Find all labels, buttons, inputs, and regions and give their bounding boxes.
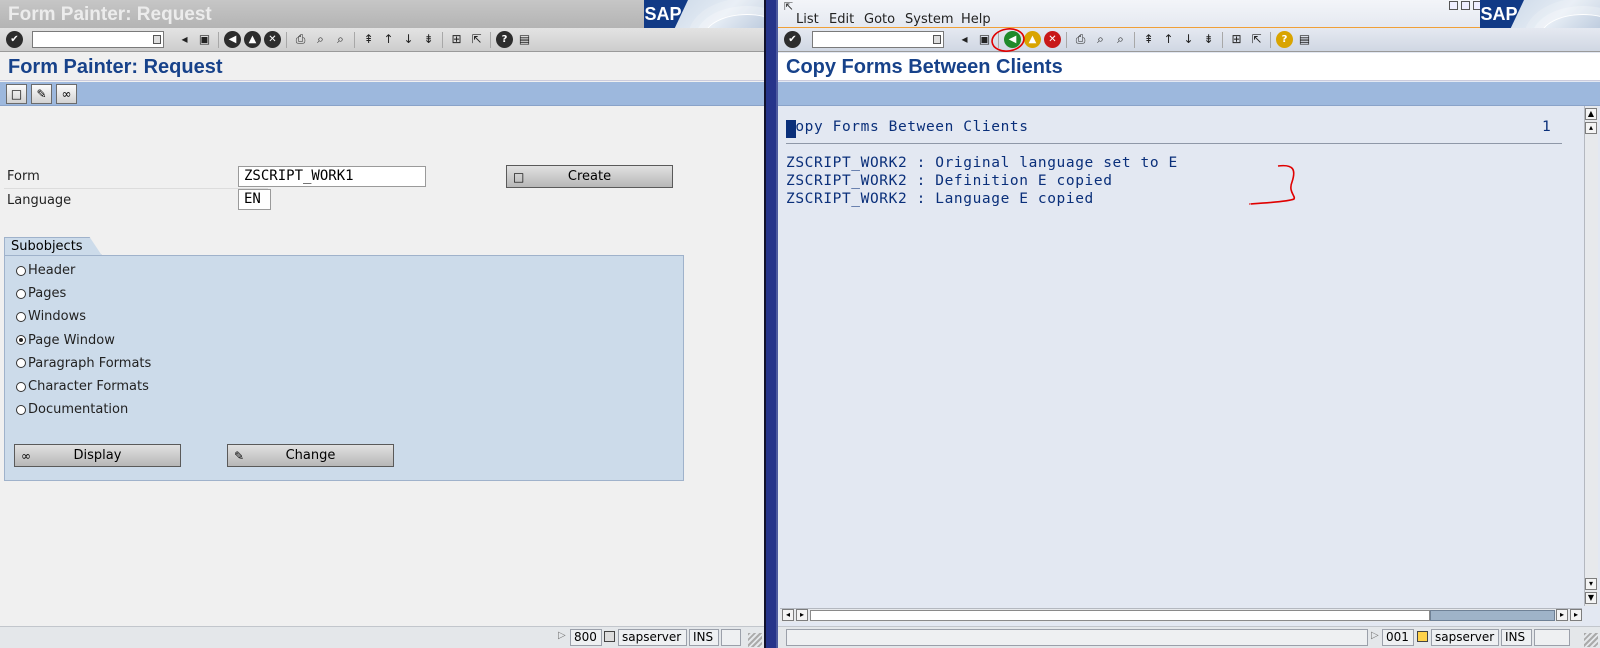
command-field[interactable]	[32, 31, 164, 48]
new-session-icon[interactable]: ⊞	[448, 31, 465, 48]
form-name-input[interactable]: ZSCRIPT_WORK1	[238, 166, 426, 187]
radio-label: Windows	[28, 309, 87, 325]
shortcut-icon[interactable]: ⇱	[468, 31, 485, 48]
resize-grip-icon[interactable]	[748, 633, 762, 647]
status-info-icon[interactable]	[604, 631, 615, 642]
save-icon[interactable]: ▣	[196, 31, 213, 48]
display-glasses-icon: ∞	[21, 449, 31, 463]
toolbar-separator	[218, 31, 219, 48]
application-toolbar: □ ✎ ∞	[0, 82, 764, 106]
radio-button[interactable]	[16, 381, 26, 392]
language-input[interactable]: EN	[238, 189, 271, 210]
last-page-icon[interactable]: ⇟	[420, 31, 437, 48]
command-dropdown-icon[interactable]	[153, 35, 161, 44]
radio-option[interactable]: Page Window	[16, 333, 115, 348]
find-icon[interactable]: ⌕	[312, 31, 329, 48]
create-button-label: Create	[567, 169, 612, 184]
toolbar-separator	[286, 31, 287, 48]
annotation-circle	[991, 28, 1025, 52]
window-divider	[764, 0, 778, 648]
radio-button[interactable]	[16, 265, 26, 276]
window-title: Form Painter: Request	[8, 4, 212, 25]
radio-label: Paragraph Formats	[28, 355, 152, 371]
change-pencil-icon: ✎	[234, 449, 245, 463]
radio-button[interactable]	[16, 335, 26, 346]
page-title: Form Painter: Request	[0, 53, 764, 81]
cancel-icon[interactable]: ✕	[264, 31, 281, 48]
radio-button[interactable]	[16, 358, 26, 369]
radio-option[interactable]: Windows	[16, 309, 86, 324]
create-button[interactable]: □ Create	[506, 165, 673, 188]
print-icon[interactable]: ⎙	[292, 31, 309, 48]
radio-label: Character Formats	[28, 379, 149, 394]
next-page-icon[interactable]: ↓	[400, 31, 417, 48]
radio-label: Documentation	[28, 402, 129, 418]
display-button[interactable]: ∞ Display	[14, 444, 181, 467]
back-icon[interactable]: ◀	[224, 31, 241, 48]
history-arrow-icon[interactable]: ◂	[176, 31, 193, 48]
radio-option[interactable]: Pages	[16, 286, 66, 301]
first-page-icon[interactable]: ⇞	[360, 31, 377, 48]
radio-option[interactable]: Header	[16, 263, 75, 278]
radio-label: Page Window	[28, 332, 115, 348]
form-painter-window: Form Painter: Request SAP ✔ ◂ ▣ ◀ ▲ ✕ ⎙ …	[0, 0, 764, 648]
change-pencil-icon[interactable]: ✎	[31, 84, 52, 104]
radio-option[interactable]: Paragraph Formats	[16, 356, 151, 371]
radio-label: Pages	[28, 286, 67, 302]
help-icon[interactable]: ?	[496, 31, 513, 48]
enter-icon[interactable]: ✔	[6, 31, 23, 48]
red-annotations	[991, 28, 1296, 205]
status-expand-icon[interactable]: ▷	[558, 630, 566, 641]
system-toolbar: ✔ ◂ ▣ ◀ ▲ ✕ ⎙ ⌕ ⌕ ⇞ ↑ ↓ ⇟ ⊞ ⇱ ? ▤	[0, 28, 764, 52]
language-label: Language	[7, 193, 72, 208]
status-mode: INS	[689, 629, 719, 646]
display-button-label: Display	[73, 448, 122, 463]
field-divider	[4, 188, 268, 189]
display-glasses-icon[interactable]: ∞	[56, 84, 77, 104]
subobjects-group-title: Subobjects	[4, 237, 102, 255]
create-doc-icon[interactable]: □	[6, 84, 27, 104]
radio-option[interactable]: Character Formats	[16, 379, 149, 394]
form-label: Form	[7, 169, 40, 184]
status-client: 800	[570, 629, 602, 646]
radio-button[interactable]	[16, 404, 26, 415]
status-server: sapserver	[618, 629, 687, 646]
annotation-bracket	[1249, 164, 1296, 205]
change-button-label: Change	[285, 448, 336, 463]
toolbar-separator	[490, 31, 491, 48]
radio-option[interactable]: Documentation	[16, 402, 128, 417]
create-doc-icon: □	[513, 170, 525, 184]
find-next-icon[interactable]: ⌕	[332, 31, 349, 48]
copy-forms-window: ⇱ List Edit Goto System Help SAP ✔ ◂ ▣ ◀…	[778, 0, 1600, 648]
radio-button[interactable]	[16, 288, 26, 299]
change-button[interactable]: ✎ Change	[227, 444, 394, 467]
sap-logo-text: SAP	[644, 0, 688, 28]
previous-page-icon[interactable]: ↑	[380, 31, 397, 48]
layout-menu-icon[interactable]: ▤	[516, 31, 533, 48]
toolbar-separator	[354, 31, 355, 48]
status-empty-field	[721, 629, 741, 646]
toolbar-separator	[442, 31, 443, 48]
radio-button[interactable]	[16, 311, 26, 322]
status-bar: ▷ 800 sapserver INS	[0, 626, 764, 648]
radio-label: Header	[28, 263, 76, 278]
exit-icon[interactable]: ▲	[244, 31, 261, 48]
